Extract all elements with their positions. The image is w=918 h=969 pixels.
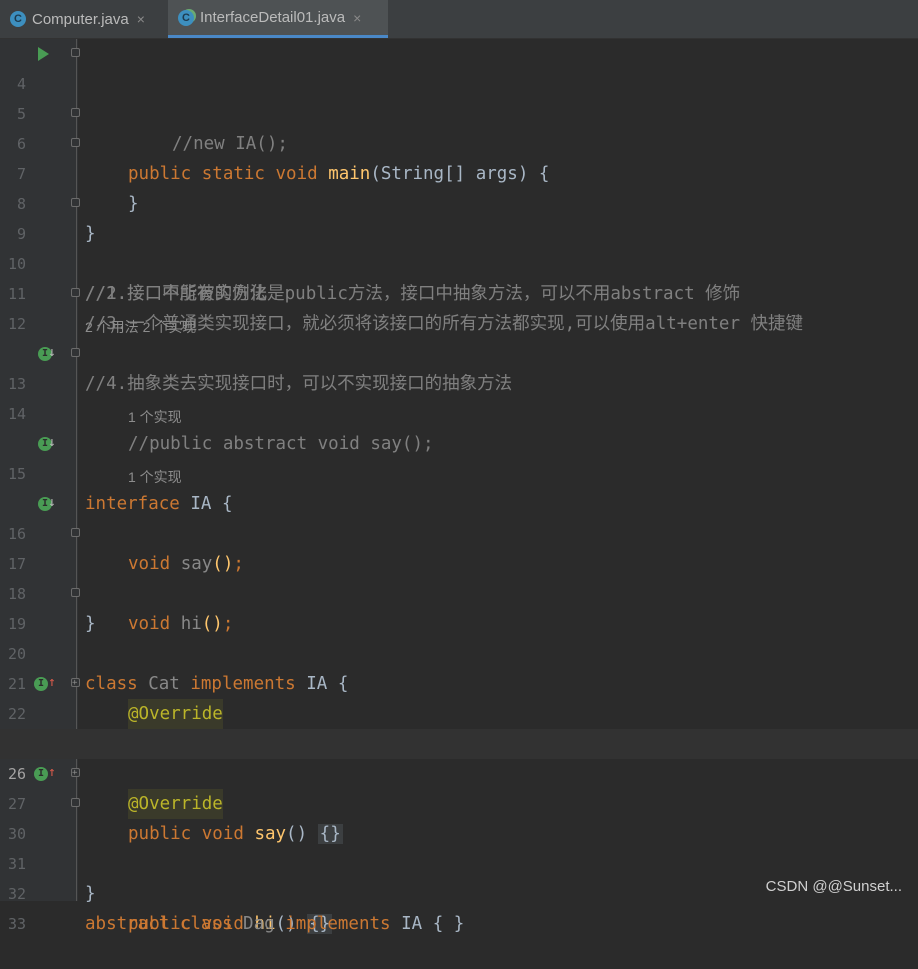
arrow-down-icon: ↓ <box>48 495 56 510</box>
code-line: 6 } <box>0 99 918 214</box>
fold-icon[interactable] <box>71 198 80 207</box>
code-line: 12 //4.抽象类去实现接口时，可以不实现接口的抽象方法 <box>0 279 918 394</box>
watermark: CSDN @@Sunset... <box>765 878 902 895</box>
current-code-line: 26 @Override <box>0 729 918 819</box>
arrow-down-icon: ↓ <box>48 435 56 450</box>
tab-label: InterfaceDetail01.java <box>200 9 346 26</box>
code-line: 15 I ↓ void say(); <box>0 429 918 574</box>
line-number: 15 <box>7 465 26 483</box>
line-number: 12 <box>7 315 26 333</box>
code-line: 31 <box>0 819 918 873</box>
code-line: 16 I ↓ void hi(); <box>0 489 918 634</box>
keyword: implements <box>274 914 402 934</box>
java-class-run-icon: C <box>178 9 194 26</box>
tab-computer-java[interactable]: C Computer.java × <box>0 0 168 38</box>
code-line: 19 class Cat implements IA { <box>0 579 918 694</box>
fold-icon[interactable] <box>71 288 80 297</box>
code-text: IA { } <box>401 914 465 934</box>
fold-icon[interactable] <box>71 138 80 147</box>
expand-icon[interactable] <box>71 668 80 698</box>
tab-interfacedetail01-java[interactable]: C InterfaceDetail01.java × <box>168 0 388 38</box>
fold-icon[interactable] <box>71 108 80 117</box>
code-line: 22 I ↑ public void say() {} <box>0 668 918 844</box>
code-line: 32 abstract class Dag implements IA { } <box>0 849 918 934</box>
arrow-up-icon: ↑ <box>48 765 56 780</box>
run-icon[interactable] <box>38 47 49 61</box>
fold-icon[interactable] <box>71 798 80 807</box>
arrow-up-icon: ↑ <box>48 675 56 690</box>
code-line: 7 } <box>0 129 918 244</box>
code-line: 13 I ↓ interface IA { <box>0 339 918 514</box>
code-line: 27 I ↑ public void hi() {} <box>0 758 918 934</box>
code-line: 30 } <box>0 789 918 904</box>
code-line: 25 <box>0 699 918 753</box>
fold-icon[interactable] <box>71 588 80 597</box>
implementing-icon[interactable]: I <box>34 767 48 781</box>
inlay-hint-implementations[interactable]: 1 个实现 <box>128 467 182 487</box>
line-number: 14 <box>7 405 26 423</box>
keyword: abstract class <box>85 914 244 934</box>
expand-icon[interactable] <box>71 758 80 788</box>
fold-icon[interactable] <box>71 348 80 357</box>
close-icon[interactable]: × <box>137 11 145 27</box>
line-number: 33 <box>7 915 26 933</box>
inlay-hint-implementations[interactable]: 1 个实现 <box>128 407 182 427</box>
arrow-down-icon: ↓ <box>48 345 56 360</box>
code-line: 8 <box>0 159 918 213</box>
code-line: 10 //2.接口中所有的方法是public方法，接口中抽象方法，可以不用abs… <box>0 219 918 304</box>
class-name: Dag <box>243 914 275 934</box>
code-text: abstract class Dag implements IA { } <box>85 909 464 939</box>
fold-icon[interactable] <box>71 528 80 537</box>
code-line: 18 <box>0 549 918 603</box>
code-line: 20 <box>0 609 918 663</box>
code-line: 11 //3.一个普通类实现接口，就必须将该接口的所有方法都实现,可以使用alt… <box>0 249 918 334</box>
java-class-icon: C <box>10 11 26 27</box>
code-line: 9 //1.接口不能被实例化 <box>0 189 918 304</box>
code-line: 21 @Override <box>0 639 918 729</box>
code-line: 4 public static void main(String[] args)… <box>0 39 918 184</box>
close-icon[interactable]: × <box>353 10 361 26</box>
code-line: 5 //new IA(); <box>0 69 918 154</box>
code-line: 17 } <box>0 519 918 634</box>
code-line: 14 //public abstract void say(); <box>0 369 918 454</box>
fold-icon[interactable] <box>71 48 80 57</box>
editor-tab-bar: C Computer.java × C InterfaceDetail01.ja… <box>0 0 918 39</box>
inlay-hint-usages[interactable]: 2 个用法 2 个实现 <box>85 317 196 337</box>
implementing-icon[interactable]: I <box>34 677 48 691</box>
tab-label: Computer.java <box>32 10 129 28</box>
